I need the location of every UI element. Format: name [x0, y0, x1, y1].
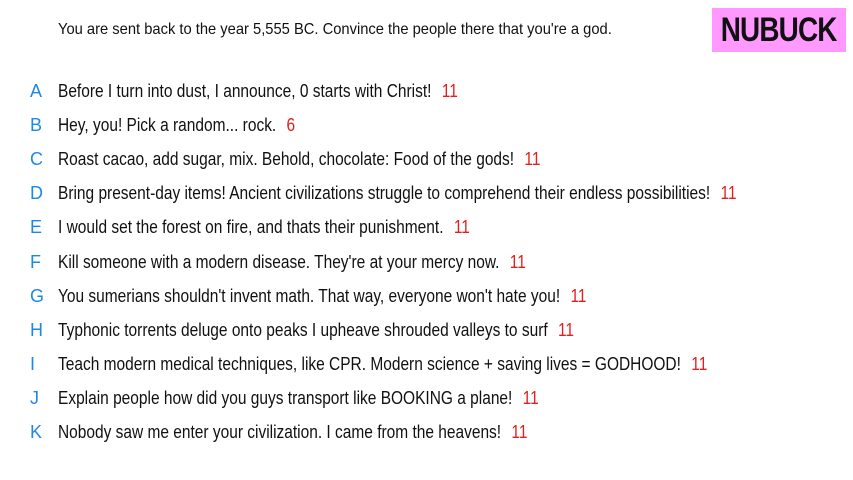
answer-letter: K [30, 422, 43, 443]
answer-letter: C [30, 148, 43, 169]
answer-option-h[interactable]: H Typhonic torrents deluge onto peaks I … [0, 313, 853, 347]
answer-letter: B [30, 114, 43, 135]
answer-text: Explain people how did you guys transpor… [58, 388, 513, 409]
answer-option-f[interactable]: F Kill someone with a modern disease. Th… [0, 245, 853, 279]
answer-text: Typhonic torrents deluge onto peaks I up… [58, 319, 548, 340]
answer-text: I would set the forest on fire, and that… [58, 217, 444, 238]
answer-list: A Before I turn into dust, I announce, 0… [0, 74, 853, 450]
answer-score: 11 [453, 217, 470, 238]
player-name: NUBUCK [721, 10, 838, 49]
answer-text: Nobody saw me enter your civilization. I… [58, 422, 502, 443]
answer-letter: H [30, 319, 43, 340]
answer-score: 11 [570, 285, 587, 306]
answer-letter: D [30, 183, 43, 204]
answer-option-c[interactable]: C Roast cacao, add sugar, mix. Behold, c… [0, 142, 853, 176]
answer-score: 6 [286, 114, 296, 135]
answer-score: 11 [522, 388, 539, 409]
question-prompt: You are sent back to the year 5,555 BC. … [58, 21, 612, 38]
answer-text: Bring present-day items! Ancient civiliz… [58, 183, 711, 204]
answer-letter: A [30, 80, 43, 101]
answer-option-e[interactable]: E I would set the forest on fire, and th… [0, 211, 853, 245]
answer-text: Teach modern medical techniques, like CP… [58, 354, 681, 375]
answer-option-i[interactable]: I Teach modern medical techniques, like … [0, 348, 853, 382]
player-name-badge: NUBUCK [712, 8, 846, 52]
answer-score: 11 [557, 319, 575, 340]
answer-score: 11 [691, 354, 708, 375]
answer-letter: F [30, 251, 41, 272]
answer-letter: G [30, 285, 45, 306]
answer-text: You sumerians shouldn't invent math. Tha… [58, 285, 561, 306]
answer-option-d[interactable]: D Bring present-day items! Ancient civil… [0, 177, 853, 211]
answer-score: 11 [720, 183, 737, 204]
answer-option-k[interactable]: K Nobody saw me enter your civilization.… [0, 416, 853, 450]
answer-letter: I [30, 354, 36, 375]
answer-option-a[interactable]: A Before I turn into dust, I announce, 0… [0, 74, 853, 108]
answer-text: Before I turn into dust, I announce, 0 s… [58, 80, 432, 101]
answer-letter: J [30, 388, 39, 409]
answer-score: 11 [509, 251, 526, 272]
answer-text: Roast cacao, add sugar, mix. Behold, cho… [58, 148, 515, 169]
answer-option-b[interactable]: B Hey, you! Pick a random... rock. 6 [0, 108, 853, 142]
answer-score: 11 [441, 80, 458, 101]
answer-option-j[interactable]: J Explain people how did you guys transp… [0, 382, 853, 416]
answer-text: Hey, you! Pick a random... rock. [58, 114, 277, 135]
answer-score: 11 [511, 422, 528, 443]
answer-text: Kill someone with a modern disease. They… [58, 251, 500, 272]
answer-score: 11 [524, 148, 541, 169]
answer-letter: E [30, 217, 43, 238]
answer-option-g[interactable]: G You sumerians shouldn't invent math. T… [0, 279, 853, 313]
